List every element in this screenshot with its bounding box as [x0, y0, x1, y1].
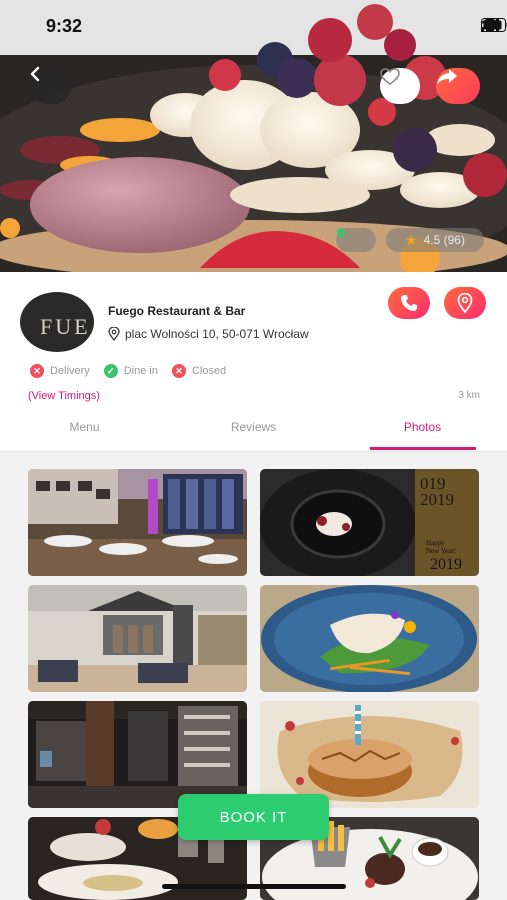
address-text: plac Wolności 10, 50-071 Wrocław — [125, 327, 309, 341]
home-indicator — [162, 884, 346, 889]
service-closed: ✕ Closed — [171, 364, 227, 378]
photo-thumbnail[interactable] — [28, 585, 247, 692]
year-text-mid: 2019 — [420, 490, 454, 509]
restaurant-detail-screen: 9:32 ★ 4.5 (96) FUE Fuego Restaurant & B… — [0, 0, 507, 900]
logo-text: FUE — [40, 314, 91, 339]
happy-text: Happy — [426, 539, 445, 547]
star-icon: ★ — [405, 231, 418, 248]
photo-thumbnail[interactable]: 019 2019 Happy New Year! 2019 — [260, 469, 479, 576]
tab-photos[interactable]: Photos — [338, 420, 507, 434]
bar-interior-photo — [28, 701, 247, 808]
location-pin-icon — [108, 327, 120, 341]
battery-icon — [481, 18, 507, 32]
distance-text: 3 km — [458, 390, 480, 401]
photo-thumbnail[interactable] — [260, 701, 479, 808]
new-year-text: New Year! — [426, 547, 456, 555]
view-timings-link[interactable]: (View Timings) — [28, 390, 100, 402]
back-button[interactable] — [28, 66, 72, 104]
map-button[interactable] — [444, 287, 486, 319]
active-tab-indicator — [370, 447, 476, 450]
favorite-button[interactable] — [380, 68, 420, 104]
restaurant-info: FUE Fuego Restaurant & Bar plac Wolności… — [0, 272, 507, 452]
photo-thumbnail[interactable] — [260, 585, 479, 692]
restaurant-logo: FUE — [20, 292, 94, 352]
chevron-left-icon — [30, 66, 40, 82]
interior-photo — [28, 469, 247, 576]
rating-badge[interactable]: ★ 4.5 (96) — [386, 228, 484, 252]
phone-icon — [401, 295, 417, 311]
available-check-icon: ✓ — [103, 364, 118, 378]
photo-thumbnail[interactable] — [28, 469, 247, 576]
tab-bar: Menu Reviews Photos — [0, 412, 507, 452]
status-bar: 9:32 — [0, 0, 507, 52]
service-dine-in: ✓ Dine in — [103, 364, 158, 378]
tab-menu[interactable]: Menu — [0, 420, 169, 434]
location-badge — [336, 228, 376, 252]
status-time: 9:32 — [46, 16, 83, 36]
share-button[interactable] — [436, 68, 480, 104]
book-it-button[interactable]: BOOK IT — [178, 794, 329, 840]
call-button[interactable] — [388, 287, 430, 319]
fish-dish-photo — [260, 585, 479, 692]
service-label: Dine in — [123, 365, 158, 377]
service-label: Delivery — [50, 365, 90, 377]
photo-thumbnail[interactable] — [28, 701, 247, 808]
address-row[interactable]: plac Wolności 10, 50-071 Wrocław — [108, 327, 309, 341]
unavailable-icon: ✕ — [171, 364, 186, 378]
year-text-bottom: 2019 — [430, 556, 462, 573]
service-options: ✕ Delivery ✓ Dine in ✕ Closed — [30, 364, 226, 378]
pin-icon — [337, 228, 345, 239]
restaurant-name: Fuego Restaurant & Bar — [108, 304, 246, 318]
tab-reviews[interactable]: Reviews — [169, 420, 338, 434]
rating-text: 4.5 (96) — [423, 233, 465, 247]
heart-icon — [380, 68, 400, 85]
birthday-cake-photo — [260, 701, 479, 808]
map-pin-icon — [457, 293, 473, 313]
plated-dish-photo: 019 2019 Happy New Year! 2019 — [260, 469, 479, 576]
interior-photo — [28, 585, 247, 692]
hero-image: 9:32 ★ 4.5 (96) — [0, 0, 507, 272]
service-delivery: ✕ Delivery — [30, 364, 90, 378]
unavailable-icon: ✕ — [30, 364, 44, 378]
share-arrow-icon — [437, 69, 457, 85]
service-label: Closed — [191, 365, 227, 377]
